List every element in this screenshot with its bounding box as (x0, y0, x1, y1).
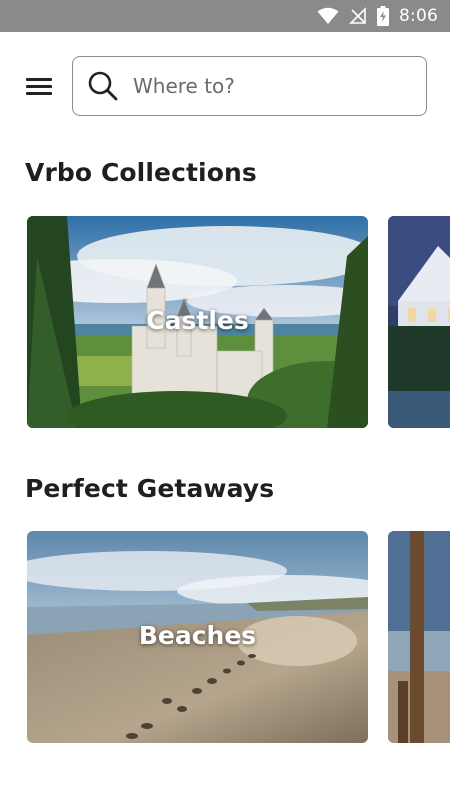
house-image (388, 216, 450, 428)
getaway-card-next[interactable] (388, 531, 450, 743)
status-time: 8:06 (399, 6, 438, 26)
card-label-castles: Castles (146, 306, 249, 335)
search-input[interactable] (133, 74, 403, 98)
wifi-icon (317, 7, 339, 25)
search-icon (87, 70, 119, 102)
section-title-perfect-getaways: Perfect Getaways (25, 474, 275, 503)
collection-card-castles[interactable]: Castles (27, 216, 368, 428)
battery-charging-icon (377, 6, 390, 26)
collection-card-next[interactable] (388, 216, 450, 428)
getaway-card-beaches[interactable]: Beaches (27, 531, 368, 743)
signal-off-icon (349, 7, 367, 25)
pier-image (388, 531, 450, 743)
top-bar (0, 56, 450, 116)
getaways-carousel[interactable]: Beaches (27, 531, 450, 745)
status-bar: 8:06 (0, 0, 450, 32)
search-box[interactable] (72, 56, 427, 116)
collections-carousel[interactable]: Castles (27, 216, 450, 430)
card-label-beaches: Beaches (138, 621, 257, 650)
hamburger-menu-icon[interactable] (26, 74, 52, 98)
section-title-vrbo-collections: Vrbo Collections (25, 158, 257, 187)
